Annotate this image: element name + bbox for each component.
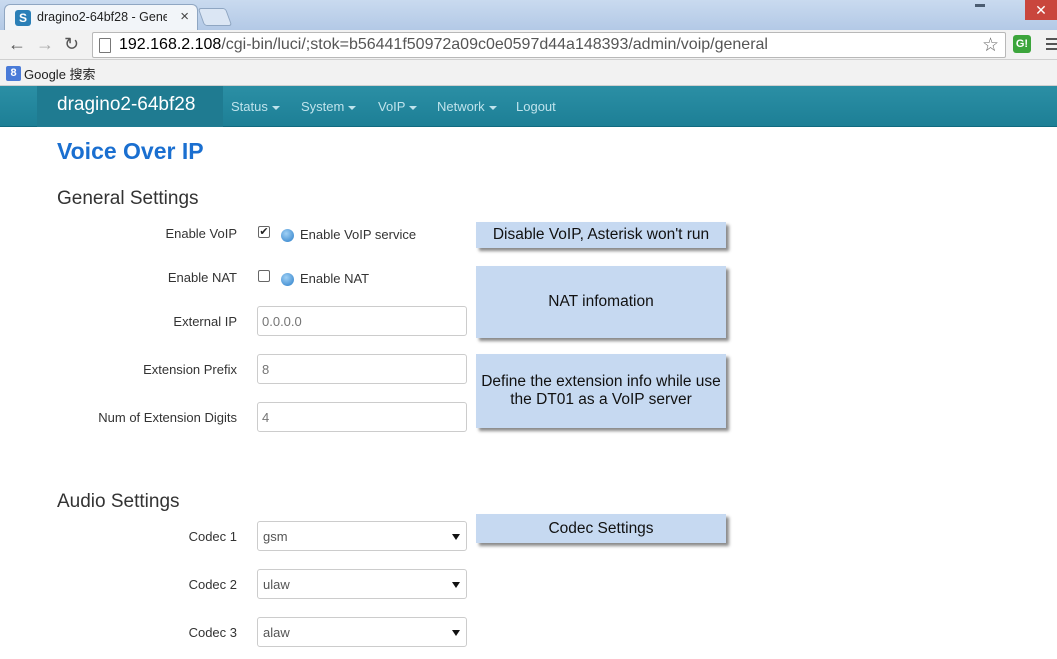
extension-prefix-input[interactable] bbox=[257, 354, 467, 384]
browser-toolbar: ← → ↻ 192.168.2.108/cgi-bin/luci/;stok=b… bbox=[0, 30, 1057, 60]
enable-nat-help: Enable NAT bbox=[300, 271, 370, 286]
caret-down-icon bbox=[488, 105, 497, 110]
nav-status[interactable]: Status bbox=[231, 99, 280, 114]
google-icon: 8 bbox=[6, 66, 21, 81]
tab-close-icon[interactable]: × bbox=[180, 8, 189, 25]
codec2-value: ulaw bbox=[263, 577, 290, 592]
page-title: Voice Over IP bbox=[57, 138, 204, 164]
codec2-select[interactable]: ulaw bbox=[257, 569, 467, 599]
enable-voip-help: Enable VoIP service bbox=[300, 227, 417, 242]
extension-annotation: Define the extension info while use the … bbox=[476, 354, 726, 428]
extension-icon[interactable]: G! bbox=[1013, 35, 1031, 53]
bookmark-label: Google 搜索 bbox=[24, 67, 96, 82]
external-ip-input[interactable] bbox=[257, 306, 467, 336]
enable-voip-label: Enable VoIP bbox=[165, 226, 237, 241]
enable-voip-checkbox[interactable]: ✔ bbox=[258, 226, 270, 238]
address-bar[interactable]: 192.168.2.108/cgi-bin/luci/;stok=b56441f… bbox=[92, 32, 1006, 58]
window-close-button[interactable]: ✕ bbox=[1025, 0, 1057, 20]
codec3-select[interactable]: alaw bbox=[257, 617, 467, 647]
voip-annotation: Disable VoIP, Asterisk won't run bbox=[476, 222, 726, 248]
codec1-label: Codec 1 bbox=[188, 529, 237, 544]
nav-voip[interactable]: VoIP bbox=[378, 99, 418, 114]
browser-titlebar: S dragino2-64bf28 - General × ✕ bbox=[0, 0, 1057, 30]
nav-network[interactable]: Network bbox=[437, 99, 497, 114]
nav-logout[interactable]: Logout bbox=[516, 99, 556, 114]
tab-title: dragino2-64bf28 - General bbox=[37, 10, 167, 24]
browser-tab[interactable]: S dragino2-64bf28 - General × bbox=[4, 4, 198, 30]
codec2-label: Codec 2 bbox=[188, 577, 237, 592]
external-ip-label: External IP bbox=[173, 314, 237, 329]
caret-down-icon bbox=[409, 105, 418, 110]
codec1-value: gsm bbox=[263, 529, 288, 544]
page-icon bbox=[99, 38, 111, 53]
back-arrow-icon[interactable]: ← bbox=[8, 34, 26, 54]
minimize-icon[interactable] bbox=[975, 4, 985, 7]
dropdown-arrow-icon bbox=[452, 582, 460, 588]
reload-icon[interactable]: ↻ bbox=[64, 34, 79, 54]
codec3-value: alaw bbox=[263, 625, 290, 640]
codec1-select[interactable]: gsm bbox=[257, 521, 467, 551]
bookmark-star-icon[interactable]: ☆ bbox=[982, 34, 999, 57]
brand[interactable]: dragino2-64bf28 bbox=[37, 86, 223, 127]
nav-system[interactable]: System bbox=[301, 99, 357, 114]
num-extension-digits-label: Num of Extension Digits bbox=[98, 410, 237, 425]
extension-prefix-label: Extension Prefix bbox=[143, 362, 237, 377]
bookmark-google-search[interactable]: 8 Google 搜索 bbox=[6, 64, 96, 82]
info-icon bbox=[281, 273, 294, 286]
info-icon bbox=[281, 229, 294, 242]
nat-annotation: NAT infomation bbox=[476, 266, 726, 338]
codec-annotation: Codec Settings bbox=[476, 514, 726, 543]
num-extension-digits-input[interactable] bbox=[257, 402, 467, 432]
audio-settings-heading: Audio Settings bbox=[57, 491, 180, 512]
bookmarks-bar: 8 Google 搜索 bbox=[0, 60, 1057, 86]
enable-nat-label: Enable NAT bbox=[167, 270, 237, 285]
general-settings-heading: General Settings bbox=[57, 188, 199, 209]
dropdown-arrow-icon bbox=[452, 630, 460, 636]
new-tab-button[interactable] bbox=[197, 8, 233, 26]
brand-text: dragino2-64bf28 bbox=[57, 94, 196, 115]
url-text[interactable]: 192.168.2.108/cgi-bin/luci/;stok=b56441f… bbox=[119, 36, 768, 54]
luci-navbar: dragino2-64bf28 Status System VoIP Netwo… bbox=[0, 86, 1057, 127]
caret-down-icon bbox=[348, 105, 357, 110]
forward-arrow-icon[interactable]: → bbox=[36, 34, 54, 54]
caret-down-icon bbox=[271, 105, 280, 110]
site-favicon-icon: S bbox=[15, 10, 31, 26]
codec3-label: Codec 3 bbox=[188, 625, 237, 640]
browser-menu-icon[interactable] bbox=[1046, 38, 1057, 50]
enable-nat-checkbox[interactable] bbox=[258, 270, 270, 282]
dropdown-arrow-icon bbox=[452, 534, 460, 540]
